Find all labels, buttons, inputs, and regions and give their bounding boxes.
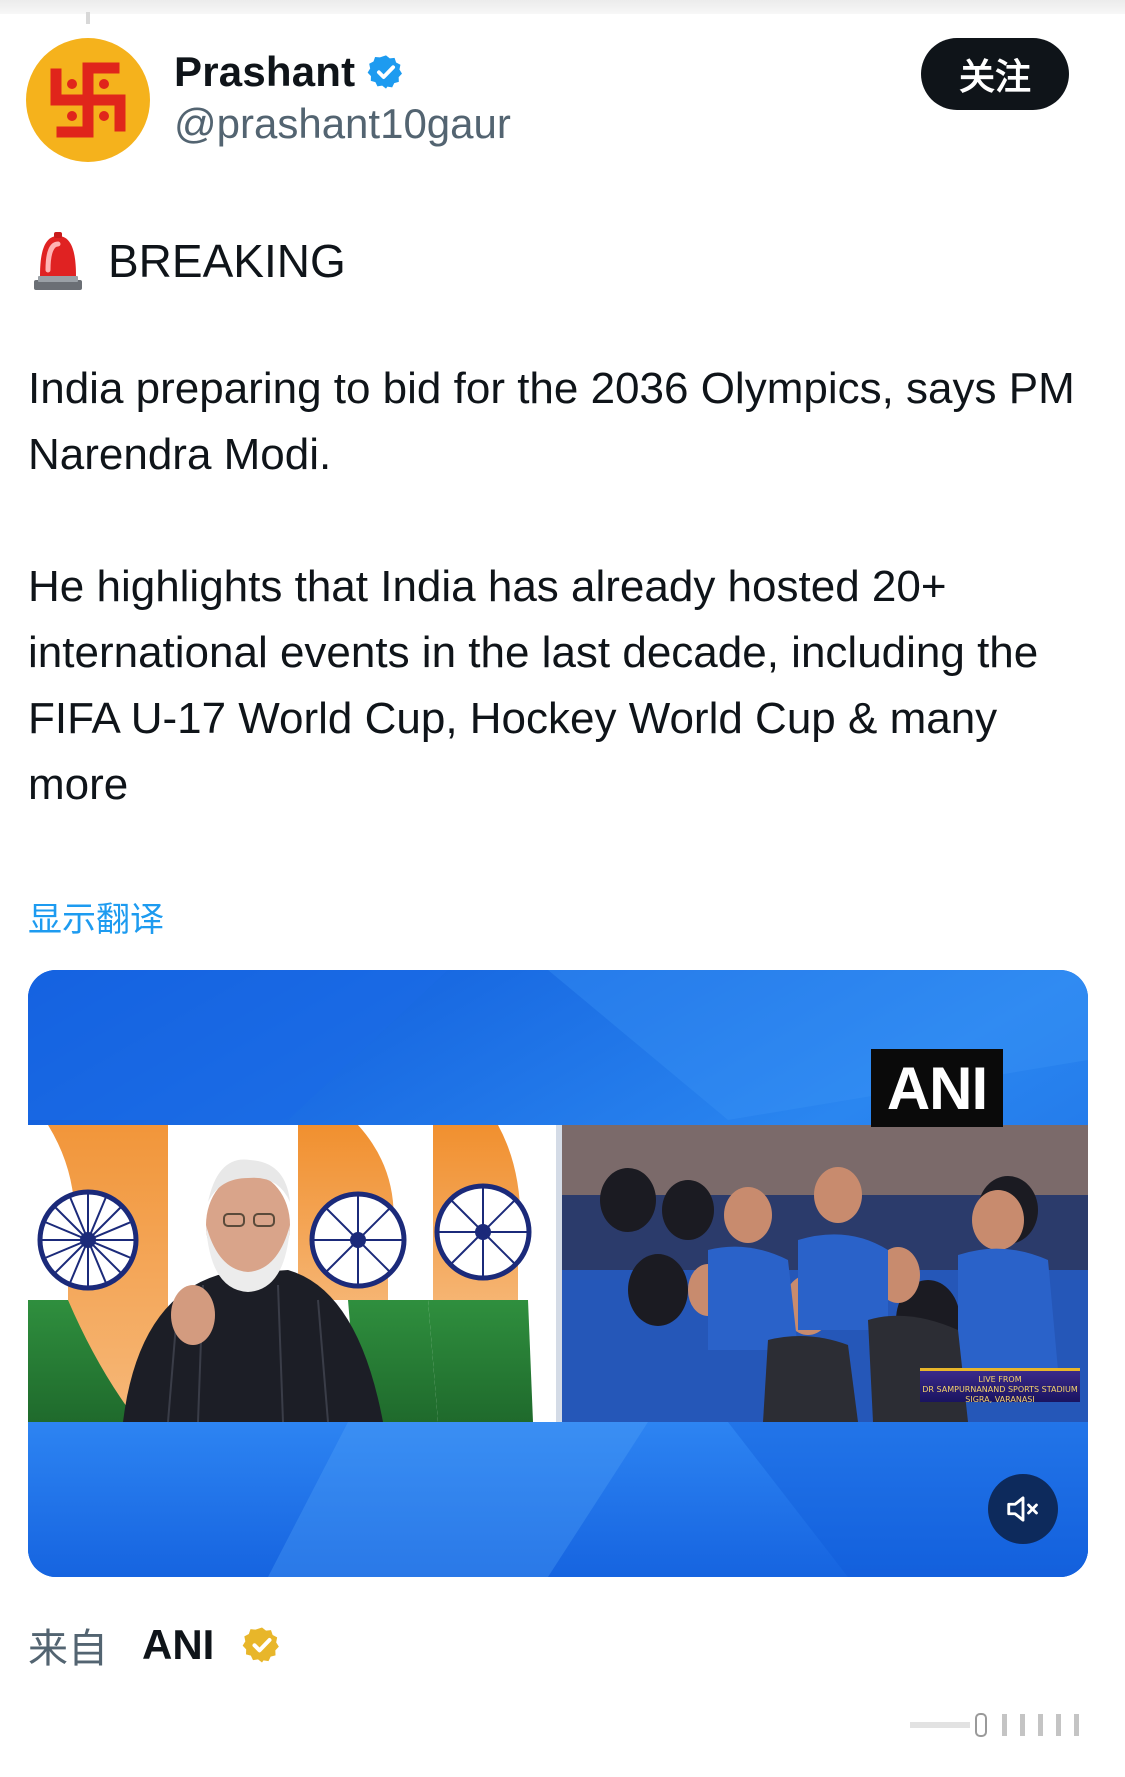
ani-watermark: ANI xyxy=(871,1049,1003,1127)
source-name[interactable]: ANI xyxy=(142,1621,214,1669)
corner-watermark xyxy=(910,1713,1079,1737)
avatar[interactable] xyxy=(26,38,150,162)
caption-line: LIVE FROM xyxy=(978,1375,1022,1384)
source-prefix: 来自 xyxy=(28,1626,108,1672)
live-caption: LIVE FROM DR SAMPURNANAND SPORTS STADIUM… xyxy=(920,1368,1080,1404)
breaking-row: BREAKING xyxy=(32,228,346,294)
source-attribution: 来自 ANI xyxy=(28,1620,282,1672)
siren-icon xyxy=(34,232,82,290)
show-translation-link[interactable]: 显示翻译 xyxy=(28,892,164,941)
top-divider-tick xyxy=(86,12,90,24)
gold-verified-badge-icon xyxy=(243,1627,280,1663)
author-handle[interactable]: @prashant10gaur xyxy=(174,100,511,148)
caption-line: DR SAMPURNANAND SPORTS STADIUM xyxy=(922,1385,1078,1394)
swastika-icon xyxy=(50,62,126,138)
follow-button[interactable]: 关注 xyxy=(921,38,1069,110)
author-name[interactable]: Prashant xyxy=(174,48,355,96)
video-player[interactable]: ANI LIVE FROM DR SAMPURNANAND SPORTS STA… xyxy=(28,970,1088,1577)
speaker-muted-icon xyxy=(1007,1496,1038,1522)
breaking-label: BREAKING xyxy=(108,235,346,287)
caption-line: SIGRA, VARANASI xyxy=(965,1395,1035,1404)
tweet-text: India preparing to bid for the 2036 Olym… xyxy=(28,356,1098,818)
tweet-paragraph: India preparing to bid for the 2036 Olym… xyxy=(28,364,1075,479)
top-strip xyxy=(0,0,1125,14)
tweet-paragraph: He highlights that India has already hos… xyxy=(28,562,1039,809)
verified-badge-icon xyxy=(367,55,402,89)
mute-toggle-button[interactable] xyxy=(988,1474,1058,1544)
